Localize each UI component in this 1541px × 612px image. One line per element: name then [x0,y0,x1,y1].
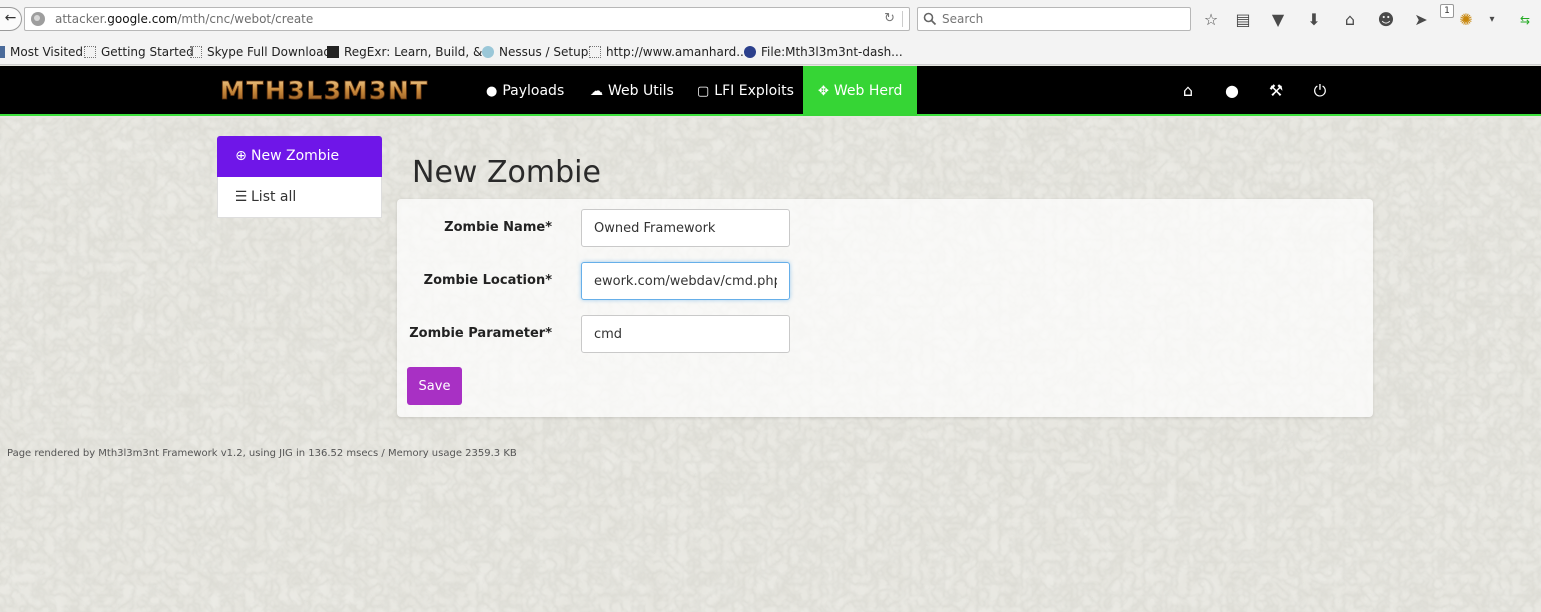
zombie-parameter-label: Zombie Parameter* [409,326,552,341]
url-text[interactable]: attacker.google.com/mth/cnc/webot/create [55,12,313,26]
zombie-location-row: Zombie Location* [397,262,797,300]
bookmark-star-icon[interactable]: ☆ [1200,9,1222,31]
bookmark-folder-icon [0,46,5,58]
page-footer: Page rendered by Mth3l3m3nt Framework v1… [7,448,517,459]
svg-text:MTH3L3M3NT: MTH3L3M3NT [220,76,429,105]
extension-icon[interactable]: ✺ [1455,9,1477,31]
browser-search-bar[interactable] [917,7,1191,31]
bookmark-skype[interactable]: Skype Full Download [190,45,331,59]
back-arrow-icon[interactable]: ← [0,7,22,31]
zombie-location-label: Zombie Location* [423,273,552,288]
chat-icon[interactable]: ☻ [1375,9,1397,31]
bookmarks-toolbar: Most Visited Getting Started Skype Full … [0,40,1541,65]
reading-list-icon[interactable]: ▤ [1232,9,1254,31]
browser-toolbar: ← attacker.google.com/mth/cnc/webot/crea… [0,0,1541,40]
nav-lfi-exploits[interactable]: ▢ LFI Exploits [697,66,794,116]
file-icon: ▢ [697,84,710,99]
list-icon: ☰ [234,189,248,205]
page-title: New Zombie [412,155,601,190]
nessus-icon [482,46,494,58]
crosshair-icon: ✥ [818,84,829,99]
home-icon[interactable]: ⌂ [1178,81,1198,101]
save-button[interactable]: Save [407,367,462,405]
home-browser-icon[interactable]: ⌂ [1339,9,1361,31]
send-icon[interactable]: ➤ [1410,9,1432,31]
drop-icon: ● [486,84,498,99]
bookmark-most-visited[interactable]: Most Visited [0,45,83,59]
bookmark-nessus[interactable]: Nessus / Setup [482,45,588,59]
side-item-new-zombie[interactable]: ⊕ New Zombie [217,136,382,177]
bookmark-regexr[interactable]: RegExr: Learn, Build, &... [327,45,494,59]
side-item-list-all[interactable]: ☰ List all [217,177,382,218]
search-icon [923,12,937,26]
pocket-icon[interactable]: ▼ [1267,9,1289,31]
zombie-name-input[interactable] [581,209,790,247]
cloud-icon: ☁ [590,84,603,99]
nav-web-herd[interactable]: ✥ Web Herd [803,66,918,116]
zombie-parameter-input[interactable] [581,315,790,353]
bookmark-getting-started[interactable]: Getting Started [84,45,194,59]
page-icon [589,46,601,58]
urlbar-divider [902,11,903,27]
user-icon[interactable]: ● [1222,81,1242,101]
url-bar[interactable]: attacker.google.com/mth/cnc/webot/create… [24,7,910,31]
site-info-icon[interactable] [31,12,45,26]
zombie-name-label: Zombie Name* [444,220,552,235]
notification-badge[interactable]: 1 [1440,4,1454,18]
plus-circle-icon: ⊕ [235,148,247,164]
reload-icon[interactable]: ↻ [884,11,895,26]
new-zombie-form: Zombie Name* Zombie Location* Zombie Par… [397,199,1373,417]
menu-dropdown-icon[interactable]: ▾ [1481,9,1503,31]
regexr-icon [327,46,339,58]
downloads-icon[interactable]: ⬇ [1303,9,1325,31]
nav-payloads[interactable]: ● Payloads [486,66,564,116]
nav-web-utils[interactable]: ☁ Web Utils [590,66,674,116]
zombie-location-input[interactable] [581,262,790,300]
sync-arrows-icon[interactable]: ⇆ [1514,9,1536,31]
wrench-icon[interactable]: ⚒ [1266,81,1286,101]
globe-icon [744,46,756,58]
side-menu: ⊕ New Zombie ☰ List all [217,136,382,218]
page-icon [84,46,96,58]
zombie-parameter-row: Zombie Parameter* [397,315,797,353]
search-input[interactable] [942,10,1182,28]
app-navbar: MTH3L3M3NT ● Payloads ☁ Web Utils ▢ LFI Exp… [0,66,1541,116]
bookmark-amanhard[interactable]: http://www.amanhard... [589,45,748,59]
power-icon[interactable]: ⏻ [1310,81,1330,101]
brand-logo[interactable]: MTH3L3M3NT [218,75,454,105]
zombie-name-row: Zombie Name* [397,209,797,247]
bookmark-mth3l3m3nt-dash[interactable]: File:Mth3l3m3nt-dash... [744,45,903,59]
page-icon [190,46,202,58]
